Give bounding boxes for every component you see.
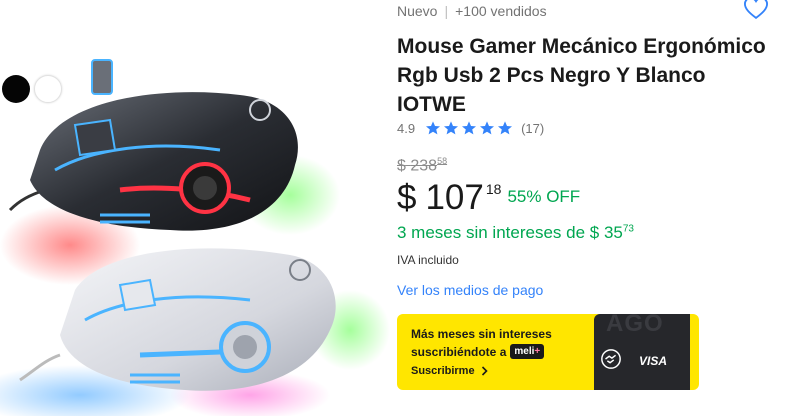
product-subtitle: Nuevo | +100 vendidos [397,3,547,19]
handshake-icon [601,349,621,369]
original-price-currency: $ [397,157,406,175]
star-icon [444,121,459,135]
meli-plus-promo-banner[interactable]: Más meses sin intereses suscribiéndote a… [397,314,699,390]
rating-stars [425,120,513,136]
rating-score: 4.9 [397,120,416,136]
meli-badge-plus: + [534,346,541,357]
product-gallery [0,0,390,416]
price-currency: $ [397,178,417,217]
subscribe-label: Suscribirme [411,365,475,377]
star-icon [426,121,441,135]
promo-line1: Más meses sin intereses [411,327,552,341]
meli-badge-text: meli [514,346,535,357]
installments-info: 3 meses sin intereses de $ 3573 [397,223,634,243]
product-title: Mouse Gamer Mecánico Ergonómico Rgb Usb … [397,35,766,116]
promo-line2-text: suscribiéndote a [411,344,507,359]
discount-badge: 55% OFF [507,187,581,206]
tax-note: IVA incluido [397,253,459,267]
card-brand: VISA [639,354,668,368]
price-amount: 107 [425,178,484,217]
rating-summary[interactable]: 4.9 (17) [397,119,544,137]
star-icon [462,121,477,135]
meli-plus-badge: meli+ [510,344,545,359]
credit-card-image: AGO VISA [594,314,690,390]
price-cents: 18 [485,181,502,197]
heart-outline-icon[interactable] [742,0,770,22]
meta-separator: | [444,3,449,19]
original-price: $ 23858 [397,156,447,175]
sold-count: +100 vendidos [455,3,547,19]
chevron-right-icon [481,366,488,376]
promo-line2: suscribiéndote a meli+ [411,344,545,359]
card-ghost-text: AGO [606,314,664,337]
subscribe-button[interactable]: Suscribirme [411,365,488,377]
original-price-amount: 238 [410,157,438,175]
condition-label: Nuevo [397,3,438,19]
star-icon [480,121,495,135]
current-price: $ 107 18 55% OFF [397,178,580,218]
product-details: Nuevo | +100 vendidos Mouse Gamer Mecánico… [397,0,791,416]
star-icon [498,121,513,135]
installments-cents: 73 [622,223,634,235]
installments-text: 3 meses sin intereses de $ 35 [397,223,623,242]
rating-count: (17) [521,120,545,136]
original-price-cents: 58 [437,156,448,166]
color-swatch-black[interactable] [2,75,30,103]
product-image[interactable] [0,0,390,416]
color-swatch-white[interactable] [34,75,62,103]
payment-methods-link[interactable]: Ver los medios de pago [397,282,543,298]
